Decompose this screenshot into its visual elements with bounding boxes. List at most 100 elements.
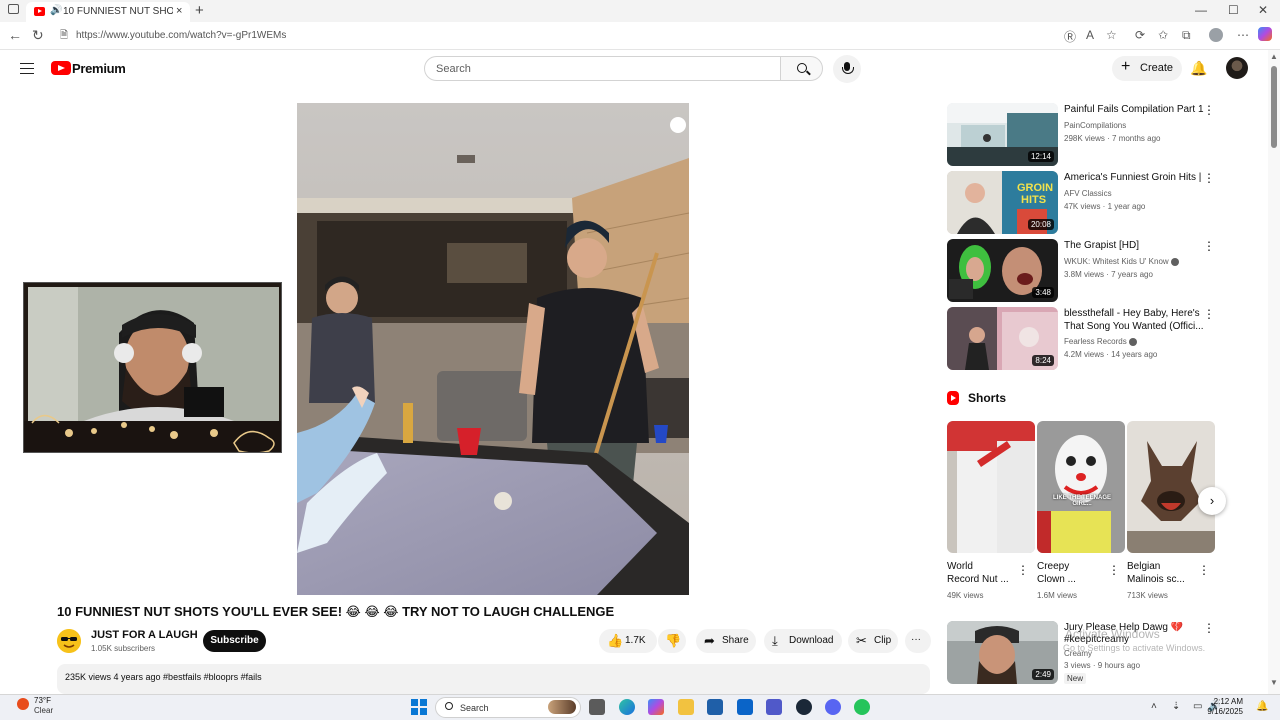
voice-search-icon[interactable] xyxy=(833,55,861,83)
steam-icon[interactable] xyxy=(796,699,812,715)
scrollbar-thumb[interactable] xyxy=(1271,66,1277,148)
short-thumbnail[interactable]: LIKE THE TEENAGE GIRL... xyxy=(1037,421,1125,553)
channel-avatar[interactable] xyxy=(57,629,81,653)
weather-icon[interactable] xyxy=(17,698,29,710)
recommendation-item[interactable]: 3:48 The Grapist [HD] WKUK: Whitest Kids… xyxy=(947,239,1223,302)
favorites-icon[interactable]: ✩ xyxy=(1158,28,1168,42)
create-button[interactable]: + Create xyxy=(1112,56,1182,81)
refresh-icon[interactable]: ↻ xyxy=(32,27,44,44)
duration-badge: 20:08 xyxy=(1027,219,1054,230)
more-icon: ··· xyxy=(911,634,921,645)
split-screen-icon[interactable]: ⟳ xyxy=(1135,28,1145,42)
store-icon[interactable] xyxy=(707,699,723,715)
windows-start-icon[interactable] xyxy=(411,699,427,715)
activate-windows-subtitle: Go to Settings to activate Windows. xyxy=(1063,643,1206,653)
video-thumbnail[interactable]: 2:49 xyxy=(947,621,1058,684)
menu-icon[interactable] xyxy=(20,63,34,74)
download-button[interactable]: ⤓ Download xyxy=(764,629,842,653)
teams-icon[interactable] xyxy=(766,699,782,715)
short-title-line1: World xyxy=(947,561,973,572)
settings-more-icon[interactable]: ⋯ xyxy=(1237,28,1249,42)
weather-condition[interactable]: Clear xyxy=(34,706,53,715)
video-thumbnail[interactable]: 8:24 xyxy=(947,307,1058,370)
short-image xyxy=(947,421,1035,553)
clip-button[interactable]: ✂ Clip xyxy=(848,629,898,653)
discord-icon[interactable] xyxy=(825,699,841,715)
taskbar-time[interactable]: 2:12 AM xyxy=(1201,697,1243,706)
new-tab-button[interactable]: + xyxy=(195,2,204,19)
search-input[interactable]: Search xyxy=(424,56,781,81)
tab-close-icon[interactable]: × xyxy=(176,5,182,17)
more-vert-icon[interactable]: ⋮ xyxy=(1203,103,1215,117)
browser-tab-youtube[interactable]: 🔊 10 FUNNIEST NUT SHOTS YO × xyxy=(26,2,190,22)
notifications-icon[interactable]: 🔔 xyxy=(1256,701,1268,712)
recommendation-item[interactable]: 12:14 Painful Fails Compilation Part 1 P… xyxy=(947,103,1223,166)
recommendation-item[interactable]: GROIN HITS 20:08 America's Funniest Groi… xyxy=(947,171,1223,234)
network-icon[interactable]: ⇣ xyxy=(1172,701,1180,712)
video-player[interactable] xyxy=(297,103,689,595)
notifications-bell-icon[interactable]: 🔔 xyxy=(1190,60,1207,77)
rec-title: Painful Fails Compilation Part 1 xyxy=(1064,104,1204,115)
page-scrollbar[interactable]: ▲ ▼ xyxy=(1268,50,1280,694)
subscribe-button[interactable]: Subscribe xyxy=(203,630,266,652)
outlook-icon[interactable] xyxy=(737,699,753,715)
svg-text:HITS: HITS xyxy=(1021,194,1046,206)
address-bar[interactable]: 🗎 https://www.youtube.com/watch?v=-gPr1W… xyxy=(52,25,1100,46)
more-vert-icon[interactable]: ⋮ xyxy=(1017,563,1029,577)
reader-mode-icon[interactable]: Ⓡ xyxy=(1064,28,1076,45)
channel-name[interactable]: JUST FOR A LAUGH xyxy=(91,629,198,641)
video-thumbnail[interactable]: GROIN HITS 20:08 xyxy=(947,171,1058,234)
taskbar-date[interactable]: 9/16/2025 xyxy=(1201,707,1243,716)
taskbar-search[interactable]: Search xyxy=(435,697,581,718)
more-vert-icon[interactable]: ⋮ xyxy=(1203,307,1215,321)
favorite-star-icon[interactable]: ☆ xyxy=(1106,28,1117,42)
maximize-button[interactable]: ☐ xyxy=(1228,3,1239,17)
more-vert-icon[interactable]: ⋮ xyxy=(1203,239,1215,253)
copilot-app-icon[interactable] xyxy=(648,699,664,715)
rec-channel: AFV Classics xyxy=(1064,189,1112,198)
more-vert-icon[interactable]: ⋮ xyxy=(1203,621,1215,635)
app-icon[interactable] xyxy=(854,699,870,715)
dislike-button[interactable]: 👎 xyxy=(658,629,686,653)
speaker-icon[interactable]: 🔊 xyxy=(50,5,62,16)
back-icon[interactable]: ← xyxy=(8,27,22,43)
shorts-next-button[interactable]: › xyxy=(1198,487,1226,515)
scroll-down-icon[interactable]: ▼ xyxy=(1270,678,1278,687)
task-view-icon[interactable] xyxy=(589,699,605,715)
short-thumbnail[interactable] xyxy=(947,421,1035,553)
translate-icon[interactable]: A xyxy=(1086,28,1094,42)
like-button[interactable]: 👍 1.7K xyxy=(599,629,657,653)
recommendation-item[interactable]: 8:24 blessthefall - Hey Baby, Here's Tha… xyxy=(947,307,1223,370)
show-hidden-icons-icon[interactable]: ˄ xyxy=(1151,701,1157,712)
search-button[interactable] xyxy=(780,56,823,81)
edge-browser-icon[interactable] xyxy=(619,699,635,715)
video-thumbnail[interactable]: 3:48 xyxy=(947,239,1058,302)
rec-meta: 3.8M views · 7 years ago xyxy=(1064,270,1153,279)
copilot-icon[interactable] xyxy=(1258,27,1272,41)
brand-label[interactable]: Premium xyxy=(72,61,126,76)
video-thumbnail[interactable]: 12:14 xyxy=(947,103,1058,166)
more-vert-icon[interactable]: ⋮ xyxy=(1198,563,1210,577)
more-vert-icon[interactable]: ⋮ xyxy=(1108,563,1120,577)
more-vert-icon[interactable]: ⋮ xyxy=(1203,171,1215,185)
profile-avatar[interactable] xyxy=(1209,28,1223,42)
youtube-logo-icon[interactable] xyxy=(51,61,71,75)
sidebar-toggle-icon[interactable] xyxy=(8,4,19,14)
more-actions-button[interactable]: ··· xyxy=(905,629,931,653)
scroll-up-icon[interactable]: ▲ xyxy=(1270,52,1278,61)
search-icon xyxy=(797,63,807,73)
video-title: 10 FUNNIEST NUT SHOTS YOU'LL EVER SEE! 😂… xyxy=(57,604,615,619)
description-box[interactable]: 235K views 4 years ago #bestfails #bloop… xyxy=(57,664,930,694)
close-window-button[interactable]: ✕ xyxy=(1258,3,1268,17)
site-info-icon[interactable]: 🗎 xyxy=(60,28,68,45)
share-label: Share xyxy=(722,635,749,646)
short-thumbnail[interactable] xyxy=(1127,421,1215,553)
collections-icon[interactable]: ⧉ xyxy=(1182,28,1191,43)
minimize-button[interactable]: — xyxy=(1195,3,1207,17)
browser-tab-bar: 🔊 10 FUNNIEST NUT SHOTS YO × + — ☐ ✕ xyxy=(0,0,1280,22)
rec-title: The Grapist [HD] xyxy=(1064,240,1140,251)
share-button[interactable]: ➦ Share xyxy=(696,629,756,653)
weather-temperature[interactable]: 73°F xyxy=(34,696,51,705)
file-explorer-icon[interactable] xyxy=(678,699,694,715)
account-avatar[interactable] xyxy=(1226,57,1248,79)
